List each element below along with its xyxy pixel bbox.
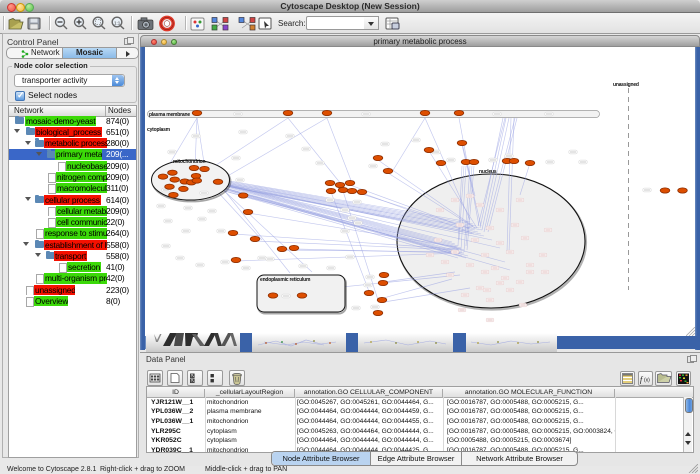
svg-text:1:1: 1:1 [114, 21, 121, 26]
svg-text:(x): (x) [644, 378, 650, 384]
